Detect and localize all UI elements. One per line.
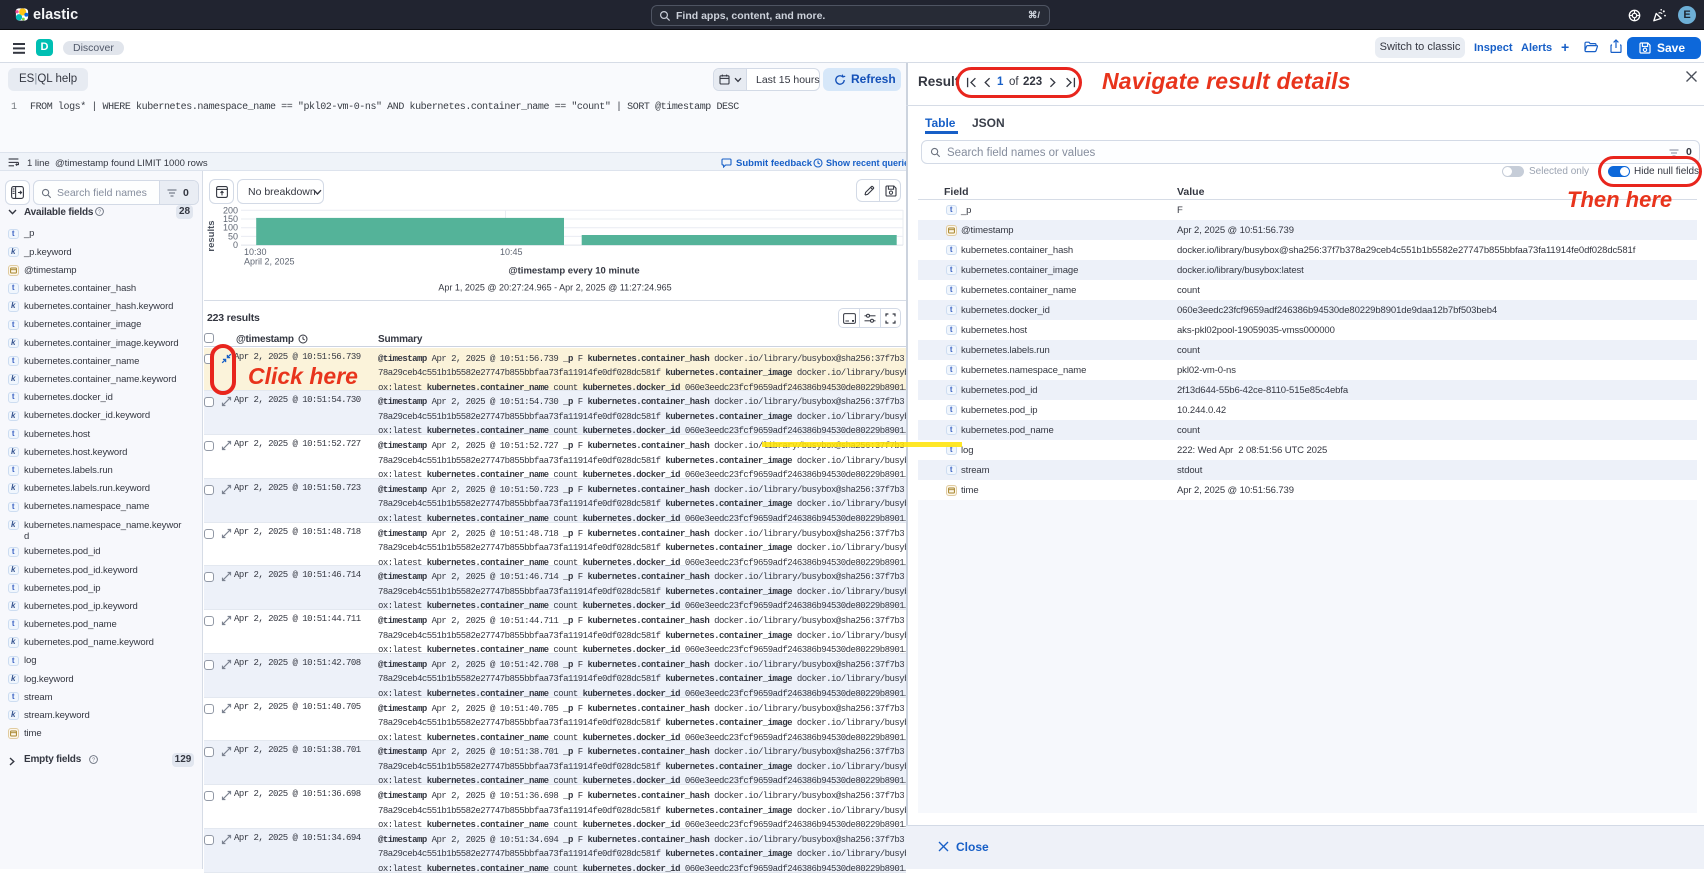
svg-text:?: ? (98, 210, 101, 216)
svg-text:?: ? (92, 758, 95, 764)
svg-text:0: 0 (233, 240, 238, 250)
svg-text:10:30: 10:30 (244, 247, 267, 257)
svg-text:April 2, 2025: April 2, 2025 (244, 257, 295, 267)
svg-text:@timestamp every 10 minute: @timestamp every 10 minute (508, 266, 639, 277)
svg-text:Apr 1, 2025 @ 20:27:24.965 - A: Apr 1, 2025 @ 20:27:24.965 - Apr 2, 2025… (438, 283, 671, 293)
svg-text:results: results (206, 220, 217, 251)
svg-text:10:45: 10:45 (500, 247, 523, 257)
